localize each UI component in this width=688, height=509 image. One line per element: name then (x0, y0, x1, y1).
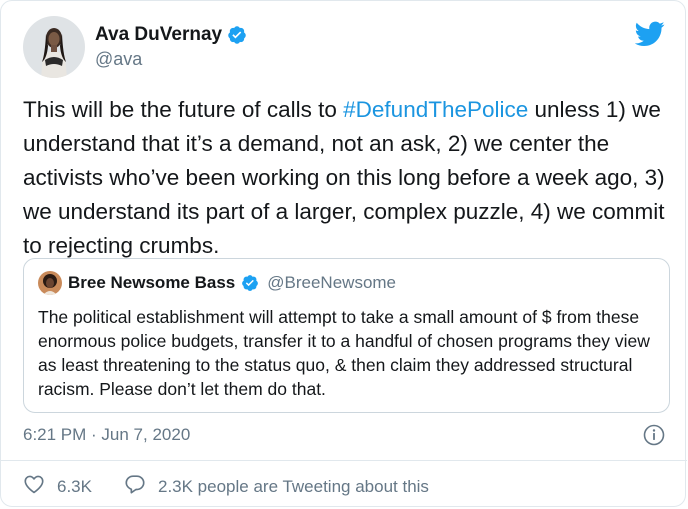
quoted-verified-badge-icon (241, 274, 259, 292)
author-display-name[interactable]: Ava DuVernay (95, 24, 222, 46)
tweet-text: This will be the future of calls to #Def… (23, 93, 673, 263)
quoted-author-handle[interactable]: @BreeNewsome (267, 273, 396, 293)
tweet-actions: 6.3K 2.3K people are Tweeting about this (23, 473, 429, 500)
actions-divider (1, 460, 687, 461)
quoted-author-display-name[interactable]: Bree Newsome Bass (68, 273, 235, 293)
author-names: Ava DuVernay @ava (95, 24, 247, 70)
quoted-author-avatar[interactable] (38, 271, 62, 295)
heart-icon[interactable] (23, 473, 45, 500)
quoted-tweet-header: Bree Newsome Bass @BreeNewsome (38, 271, 396, 295)
author-avatar[interactable] (23, 16, 85, 78)
verified-badge-icon (227, 25, 247, 45)
like-action[interactable]: 6.3K (23, 473, 92, 500)
quoted-tweet[interactable]: Bree Newsome Bass @BreeNewsome The polit… (23, 258, 670, 413)
info-icon[interactable] (643, 424, 665, 446)
tweet-timestamp[interactable]: 6:21 PM · Jun 7, 2020 (23, 425, 190, 445)
hashtag-link[interactable]: #DefundThePolice (343, 97, 528, 122)
conversation-action[interactable]: 2.3K people are Tweeting about this (124, 473, 429, 500)
twitter-bird-icon[interactable] (634, 21, 665, 47)
speech-bubble-icon[interactable] (124, 473, 146, 500)
author-name-row: Ava DuVernay (95, 24, 247, 46)
author-handle[interactable]: @ava (95, 49, 247, 70)
like-count: 6.3K (57, 476, 92, 496)
conversation-text: 2.3K people are Tweeting about this (157, 476, 429, 496)
quoted-tweet-text: The political establishment will attempt… (38, 307, 650, 399)
tweet-text-before: This will be the future of calls to (23, 97, 344, 122)
tweet-header: Ava DuVernay @ava (23, 15, 247, 79)
tweet-card: Ava DuVernay @ava This will be the futur… (0, 0, 687, 507)
